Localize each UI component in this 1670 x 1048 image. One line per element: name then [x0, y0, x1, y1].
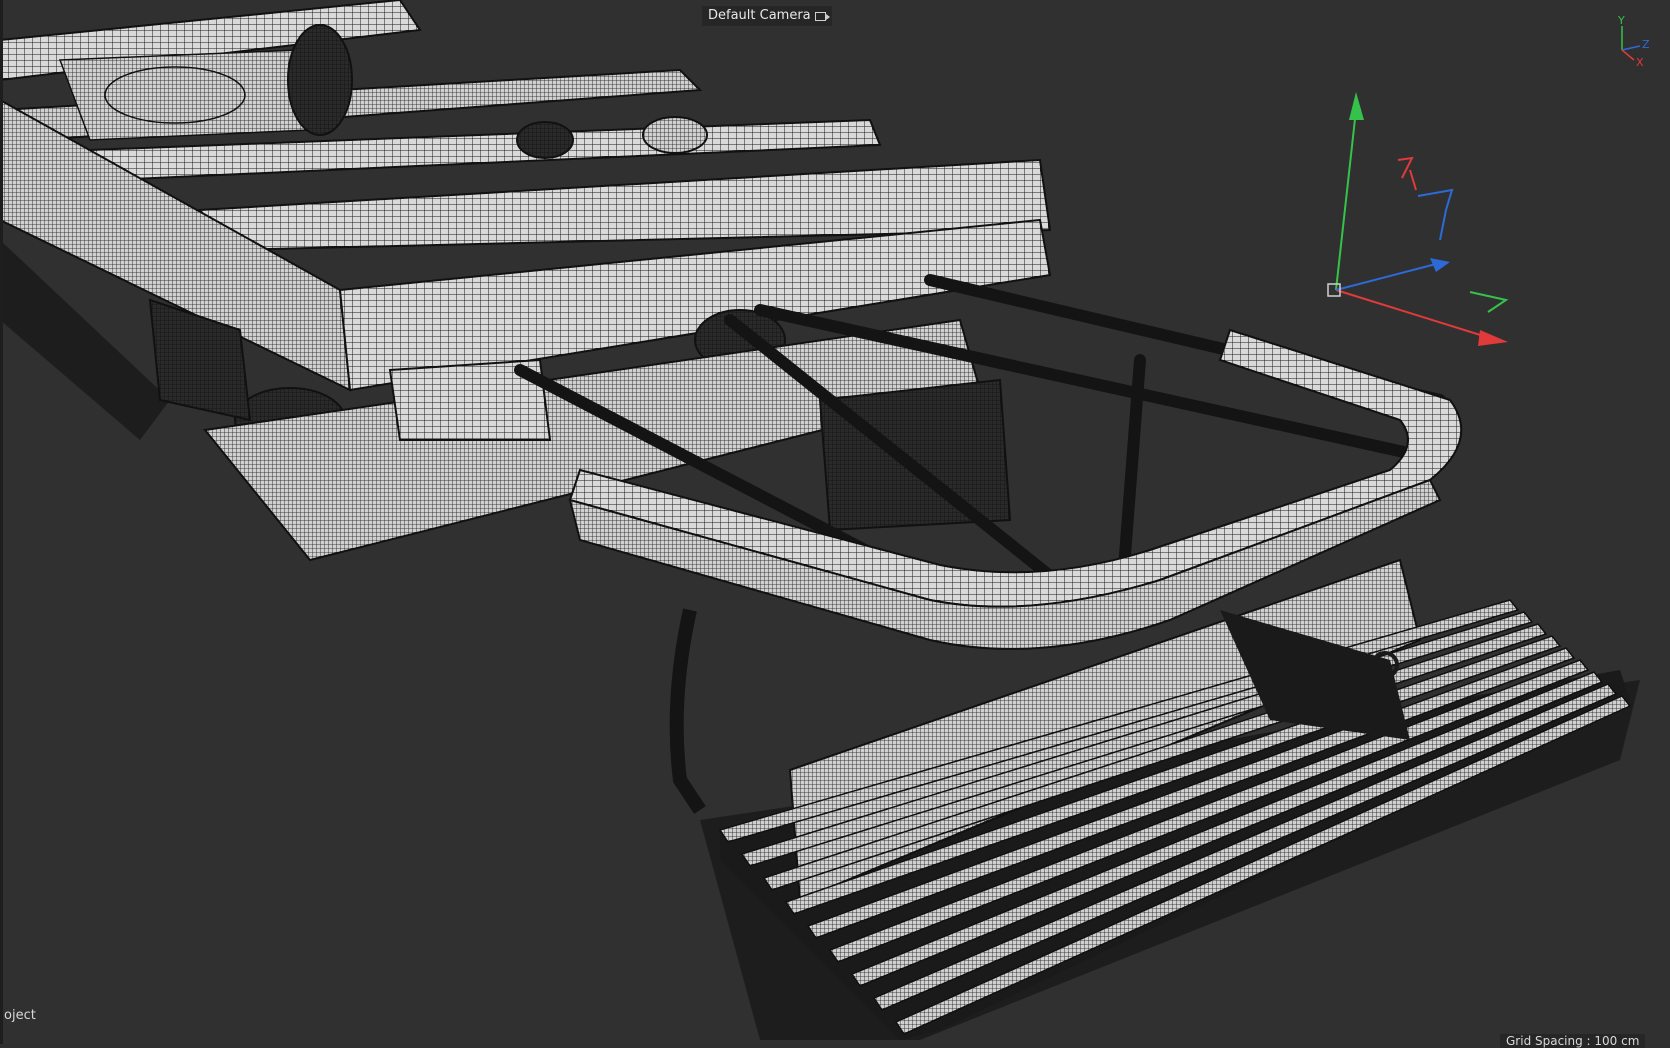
gizmo-rot-z-handle[interactable] [1417, 188, 1454, 241]
grid-spacing-label: Grid Spacing : 100 cm [1500, 1034, 1646, 1048]
hose [669, 608, 706, 814]
gizmo-x-arrow[interactable] [1478, 330, 1508, 346]
object-label: oject [4, 1008, 36, 1023]
world-axis-icon: Y Z X [1617, 14, 1650, 68]
gizmo-y-arrow[interactable] [1349, 92, 1364, 120]
axis-z-label: Z [1642, 38, 1650, 51]
gizmo-rot-y-handle[interactable] [1469, 291, 1509, 313]
gizmo-rot-x-handle[interactable] [1397, 156, 1417, 191]
gizmo-x-axis[interactable] [1335, 289, 1491, 339]
axis-x-label: X [1636, 56, 1644, 68]
3d-viewport[interactable]: Default Camera Y Z X oject Grid Spacing … [0, 0, 1670, 1048]
gizmo-z-arrow[interactable] [1430, 258, 1450, 272]
gizmo-y-axis[interactable] [1335, 109, 1357, 291]
axis-y-label: Y [1617, 14, 1625, 27]
gizmo-z-axis[interactable] [1335, 263, 1437, 291]
camera-label: Default Camera [708, 8, 811, 23]
transform-gizmo[interactable] [1327, 92, 1509, 346]
wireframe-scene[interactable] [0, 0, 1670, 1044]
viewport-border [0, 0, 3, 1044]
camera-menu[interactable]: Default Camera [702, 6, 832, 26]
camera-icon [814, 11, 830, 21]
